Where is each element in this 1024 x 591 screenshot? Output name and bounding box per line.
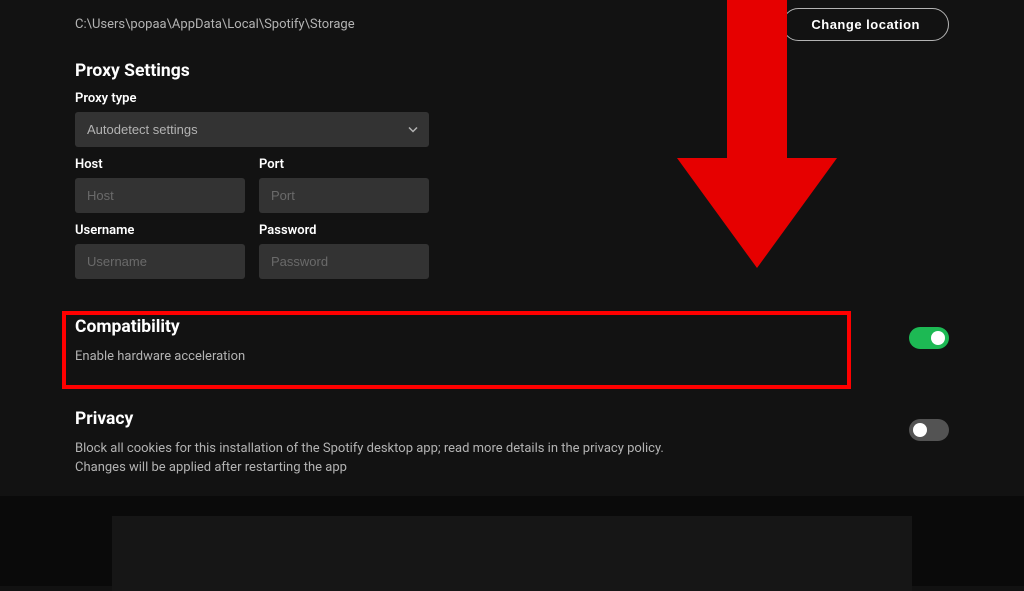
toggle-handle (913, 423, 927, 437)
toggle-handle (931, 331, 945, 345)
port-label: Port (259, 157, 429, 172)
password-label: Password (259, 223, 429, 238)
compatibility-section: Compatibility Enable hardware accelerati… (75, 307, 949, 377)
proxy-type-select[interactable]: Autodetect settings (75, 112, 429, 147)
privacy-cookies-toggle[interactable] (909, 419, 949, 441)
hardware-accel-label: Enable hardware acceleration (75, 347, 675, 367)
proxy-settings-title: Proxy Settings (75, 61, 949, 81)
host-input[interactable] (75, 178, 245, 213)
change-location-button[interactable]: Change location (782, 8, 949, 41)
privacy-cookies-desc: Block all cookies for this installation … (75, 439, 675, 478)
port-input[interactable] (259, 178, 429, 213)
privacy-section: Privacy Block all cookies for this insta… (75, 399, 949, 488)
hardware-accel-toggle[interactable] (909, 327, 949, 349)
username-input[interactable] (75, 244, 245, 279)
storage-path-text: C:\Users\popaa\AppData\Local\Spotify\Sto… (75, 17, 355, 32)
storage-location-row: C:\Users\popaa\AppData\Local\Spotify\Sto… (75, 8, 949, 41)
host-label: Host (75, 157, 245, 172)
username-label: Username (75, 223, 245, 238)
compatibility-title: Compatibility (75, 317, 675, 337)
privacy-title: Privacy (75, 409, 675, 429)
bottom-inner-panel (112, 516, 912, 591)
bottom-panel (0, 496, 1024, 586)
proxy-type-label: Proxy type (75, 91, 949, 106)
password-input[interactable] (259, 244, 429, 279)
